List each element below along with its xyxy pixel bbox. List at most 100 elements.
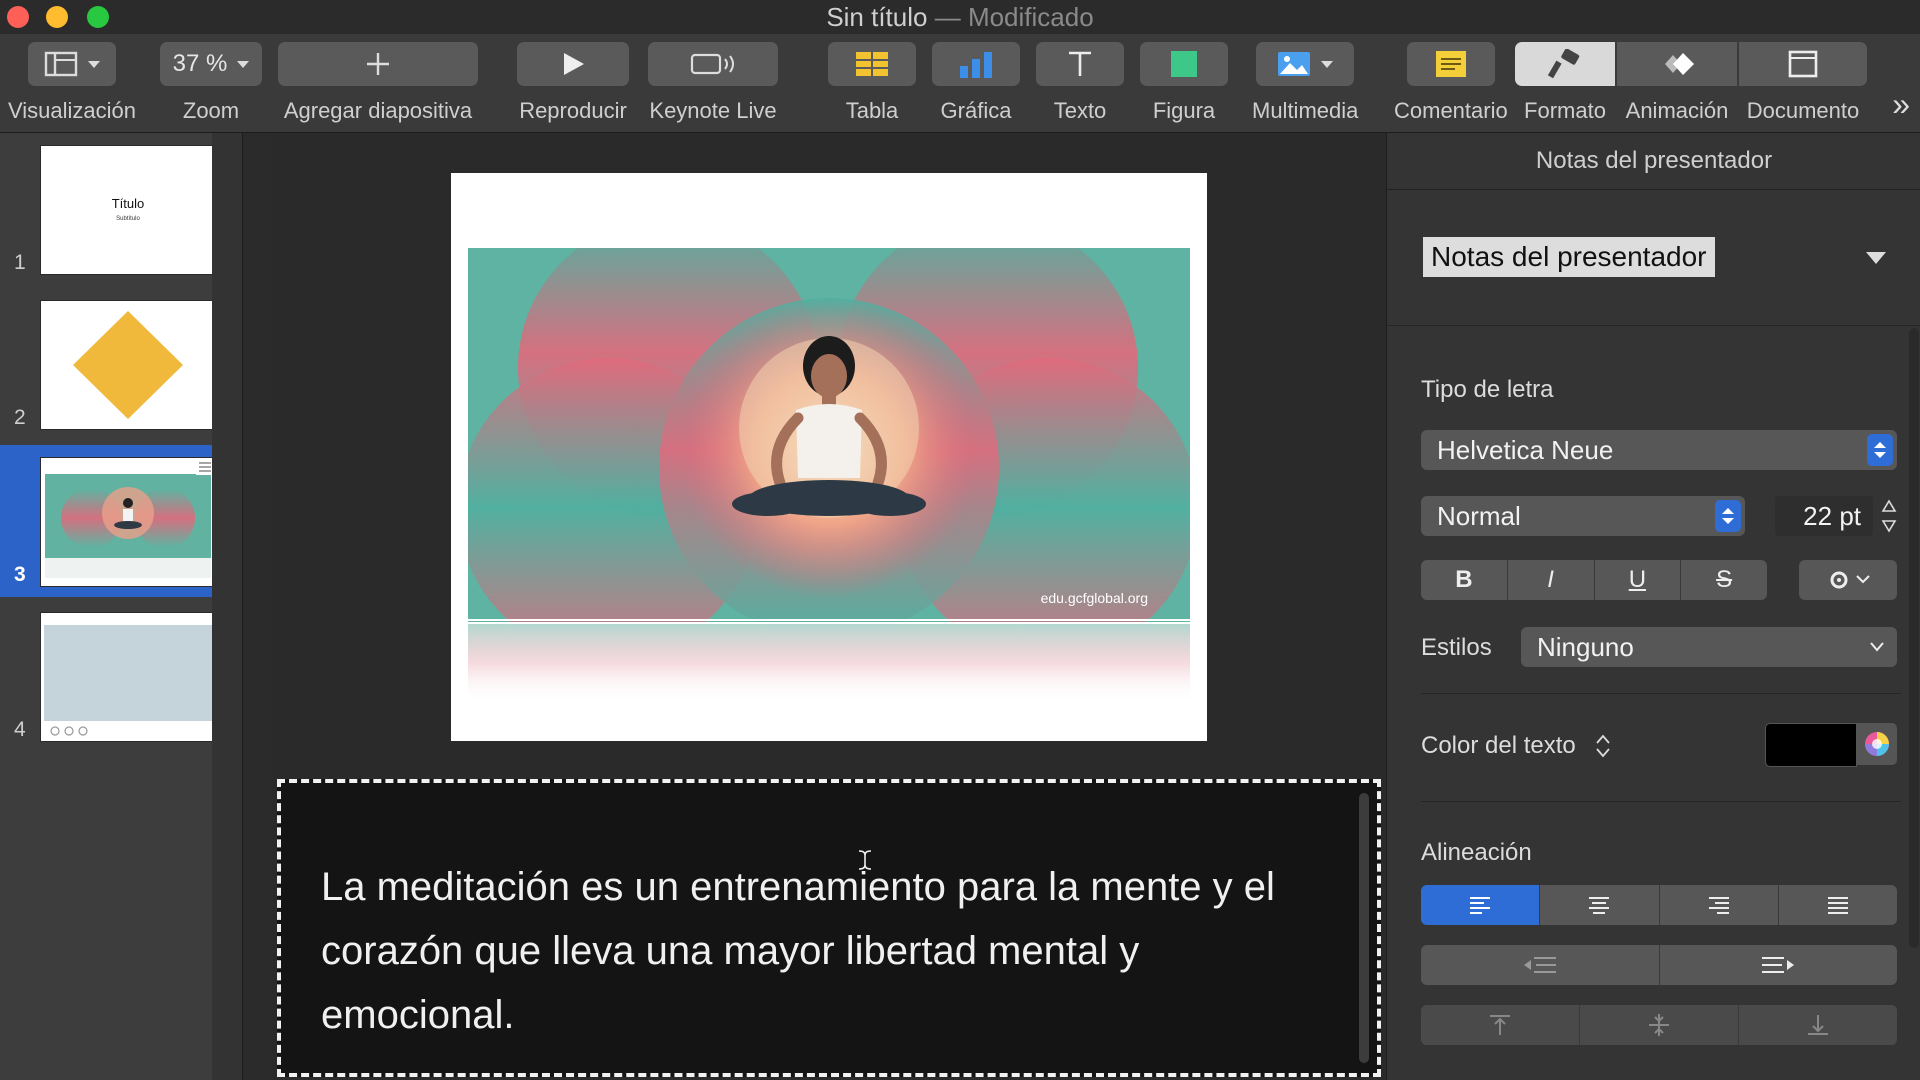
text-toolbar-item[interactable]: Texto bbox=[1036, 42, 1124, 124]
table-button[interactable] bbox=[828, 42, 916, 86]
table-label: Tabla bbox=[845, 98, 899, 123]
chart-button[interactable] bbox=[932, 42, 1020, 86]
shape-button[interactable] bbox=[1140, 42, 1228, 86]
presenter-notes-text[interactable]: La meditación es un entrenamiento para l… bbox=[321, 855, 1321, 1047]
chevron-down-icon bbox=[1870, 642, 1884, 652]
media-button[interactable] bbox=[1256, 42, 1355, 86]
slide-thumbnail-2[interactable]: 2 bbox=[0, 288, 242, 440]
notes-scrollbar[interactable] bbox=[1359, 793, 1369, 1063]
format-button[interactable] bbox=[1515, 42, 1615, 86]
align-bottom-icon bbox=[1808, 1015, 1828, 1035]
add-slide-toolbar-item[interactable]: Agregar diapositiva bbox=[278, 42, 478, 124]
underline-button[interactable]: U bbox=[1595, 560, 1682, 600]
popup-arrows-icon bbox=[1715, 500, 1741, 532]
document-status: Modificado bbox=[967, 2, 1094, 32]
keynote-live-toolbar-item[interactable]: Keynote Live bbox=[648, 42, 778, 124]
align-top-button[interactable] bbox=[1421, 1005, 1580, 1045]
chevron-down-icon bbox=[237, 60, 250, 68]
sidebar-view-icon bbox=[44, 51, 78, 77]
slide-number: 4 bbox=[14, 718, 26, 741]
document-button[interactable] bbox=[1739, 42, 1867, 86]
italic-button[interactable]: I bbox=[1508, 560, 1595, 600]
slide-thumbnail-4[interactable]: 4 bbox=[0, 600, 242, 752]
shape-label: Figura bbox=[1152, 98, 1216, 123]
presenter-notes-area[interactable]: La meditación es un entrenamiento para l… bbox=[277, 779, 1381, 1077]
font-style-popup[interactable]: Normal bbox=[1421, 496, 1745, 536]
table-toolbar-item[interactable]: Tabla bbox=[828, 42, 916, 124]
strikethrough-button[interactable]: S bbox=[1681, 560, 1767, 600]
align-middle-button[interactable] bbox=[1580, 1005, 1739, 1045]
zoom-popup[interactable]: 37 % bbox=[160, 42, 262, 86]
image-reflection bbox=[468, 624, 1190, 704]
title-separator: — bbox=[927, 2, 968, 32]
color-wheel-icon bbox=[1865, 732, 1889, 756]
title-bar: Sin título — Modificado bbox=[0, 0, 1920, 34]
play-icon bbox=[564, 53, 584, 75]
align-left-button[interactable] bbox=[1421, 885, 1541, 925]
zoom-label: Zoom bbox=[182, 98, 240, 123]
align-center-button[interactable] bbox=[1540, 885, 1660, 925]
view-button[interactable] bbox=[28, 42, 116, 86]
thumb-title: Título bbox=[111, 196, 145, 211]
toolbar: Visualización 37 % Zoom Agregar diaposit… bbox=[0, 34, 1920, 133]
toolbar-overflow-button[interactable]: » bbox=[1892, 86, 1910, 123]
inspector-scrollbar[interactable] bbox=[1909, 328, 1919, 948]
alignment-section-title: Alineación bbox=[1421, 839, 1532, 866]
slide-thumbnail-1[interactable]: Título Subtítulo 1 bbox=[0, 133, 242, 285]
navigator-scrollbar[interactable] bbox=[212, 133, 242, 1080]
character-styles-popup[interactable]: Ninguno bbox=[1521, 627, 1897, 667]
meditation-image[interactable]: edu.gcfglobal.org bbox=[468, 248, 1190, 622]
animate-toolbar-item[interactable]: Animación bbox=[1617, 42, 1737, 124]
paragraph-style-popup[interactable]: Notas del presentador bbox=[1423, 237, 1715, 277]
increase-indent-button[interactable] bbox=[1660, 945, 1898, 985]
play-button[interactable] bbox=[517, 42, 629, 86]
add-slide-button[interactable] bbox=[278, 42, 478, 86]
comment-button[interactable] bbox=[1406, 42, 1495, 86]
slide-thumbnail-3[interactable]: 3 bbox=[0, 445, 242, 597]
format-toolbar-item[interactable]: Formato bbox=[1515, 42, 1615, 124]
color-picker-button[interactable] bbox=[1857, 723, 1897, 765]
zoom-toolbar-item[interactable]: 37 % Zoom bbox=[160, 42, 262, 124]
decrease-indent-button[interactable] bbox=[1421, 945, 1660, 985]
document-toolbar-item[interactable]: Documento bbox=[1739, 42, 1867, 124]
reflection-gradient bbox=[468, 624, 1190, 704]
align-middle-icon bbox=[1649, 1014, 1669, 1036]
align-right-button[interactable] bbox=[1660, 885, 1779, 925]
slide-preview: Título Subtítulo bbox=[40, 145, 216, 275]
font-section-title: Tipo de letra bbox=[1421, 376, 1554, 403]
comment-toolbar-item[interactable]: Comentario bbox=[1394, 42, 1508, 124]
view-toolbar-item[interactable]: Visualización bbox=[8, 42, 136, 124]
chevron-down-icon[interactable] bbox=[1865, 251, 1887, 265]
media-toolbar-item[interactable]: Multimedia bbox=[1252, 42, 1358, 124]
animate-button[interactable] bbox=[1617, 42, 1737, 86]
text-button[interactable] bbox=[1036, 42, 1124, 86]
chart-toolbar-item[interactable]: Gráfica bbox=[932, 42, 1020, 124]
popup-arrows-icon[interactable] bbox=[1595, 733, 1611, 759]
justify-button[interactable] bbox=[1779, 885, 1897, 925]
diamond-shape bbox=[73, 311, 183, 419]
align-left-icon bbox=[1470, 897, 1491, 914]
photo-icon bbox=[1278, 52, 1311, 76]
font-emphasis-segmented: B I U S bbox=[1421, 560, 1767, 600]
font-family-popup[interactable]: Helvetica Neue bbox=[1421, 430, 1897, 470]
text-color-well[interactable] bbox=[1765, 723, 1857, 767]
window-title: Sin título — Modificado bbox=[0, 0, 1920, 34]
shape-toolbar-item[interactable]: Figura bbox=[1140, 42, 1228, 124]
broadcast-icon bbox=[690, 53, 734, 75]
popup-arrows-icon bbox=[1867, 434, 1893, 466]
plus-icon bbox=[367, 53, 389, 75]
play-label: Reproducir bbox=[519, 98, 627, 123]
font-size-field[interactable]: 22 pt bbox=[1775, 496, 1873, 536]
current-slide[interactable]: edu.gcfglobal.org bbox=[451, 173, 1207, 741]
bold-button[interactable]: B bbox=[1421, 560, 1508, 600]
image-credit: edu.gcfglobal.org bbox=[1040, 590, 1148, 606]
format-inspector: Notas del presentador Notas del presenta… bbox=[1386, 133, 1920, 1080]
slide-preview bbox=[40, 612, 216, 742]
keynote-live-button[interactable] bbox=[648, 42, 778, 86]
align-bottom-button[interactable] bbox=[1739, 1005, 1897, 1045]
advanced-font-options-button[interactable] bbox=[1799, 560, 1897, 600]
play-toolbar-item[interactable]: Reproducir bbox=[517, 42, 629, 124]
gear-icon bbox=[1830, 571, 1870, 589]
font-size-stepper[interactable] bbox=[1881, 497, 1897, 535]
animate-label: Animación bbox=[1625, 98, 1729, 123]
